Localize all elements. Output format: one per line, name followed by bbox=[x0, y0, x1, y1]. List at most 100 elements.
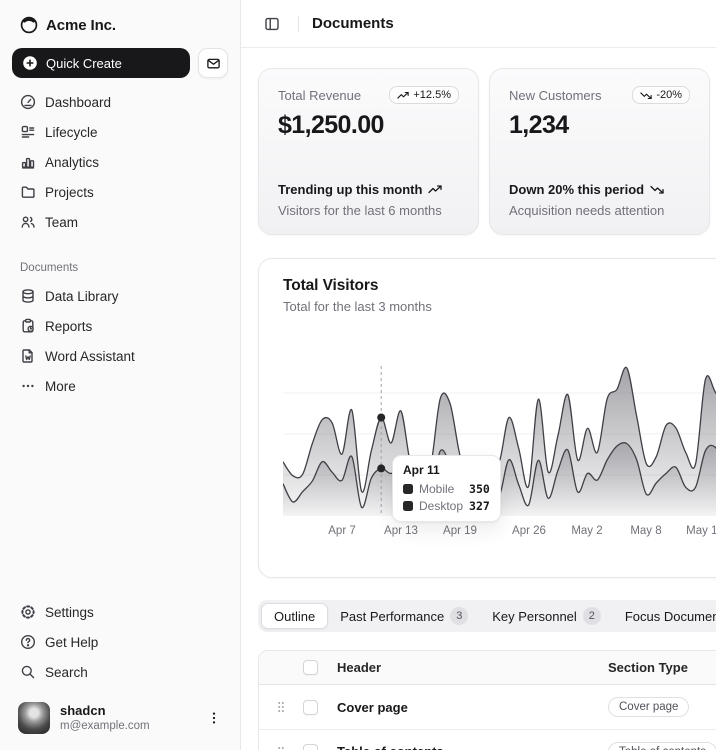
inbox-button[interactable] bbox=[198, 48, 228, 78]
trend-badge: -20% bbox=[632, 86, 690, 104]
quick-create-row: Quick Create bbox=[12, 48, 228, 78]
sidebar-item-get-help[interactable]: Get Help bbox=[12, 628, 228, 656]
sidebar: Acme Inc. Quick Create Dashboard Lifecyc… bbox=[0, 0, 241, 750]
lifecycle-icon bbox=[20, 124, 36, 140]
sidebar-item-settings[interactable]: Settings bbox=[12, 598, 228, 626]
view-tabs: Outline Past Performance 3 Key Personnel… bbox=[258, 600, 716, 632]
sidebar-item-label: Analytics bbox=[45, 154, 100, 170]
tooltip-row-desktop: Desktop 327 bbox=[403, 499, 490, 513]
dots-icon bbox=[20, 378, 36, 394]
brand-name: Acme Inc. bbox=[46, 16, 116, 34]
app-shell: Acme Inc. Quick Create Dashboard Lifecyc… bbox=[0, 0, 716, 750]
search-icon bbox=[20, 664, 36, 680]
stat-footer-title: Down 20% this period bbox=[509, 182, 690, 197]
card-total-revenue: Total Revenue +12.5% $1,250.00 Trending … bbox=[258, 68, 479, 235]
x-tick-label: May 2 bbox=[571, 525, 603, 537]
sidebar-item-label: Settings bbox=[45, 604, 94, 620]
stat-footer-desc: Visitors for the last 6 months bbox=[278, 203, 442, 218]
trending-up-icon bbox=[428, 185, 443, 194]
chart-tooltip: Apr 11 Mobile 350 Desktop 327 bbox=[392, 455, 501, 522]
page-title: Documents bbox=[312, 15, 394, 32]
row-title[interactable]: Table of contents bbox=[329, 744, 608, 750]
x-tick-label: Apr 7 bbox=[328, 525, 356, 537]
dashboard-icon bbox=[20, 94, 36, 110]
column-section-type: Section Type bbox=[608, 660, 688, 675]
mail-icon bbox=[206, 56, 221, 71]
desktop-swatch-icon bbox=[403, 501, 413, 511]
user-name: shadcn bbox=[60, 702, 106, 718]
sidebar-item-dashboard[interactable]: Dashboard bbox=[12, 88, 228, 116]
x-tick-label: May 14 bbox=[686, 525, 716, 537]
sidebar-toggle-button[interactable] bbox=[259, 11, 285, 37]
stat-cards: Total Revenue +12.5% $1,250.00 Trending … bbox=[258, 68, 716, 235]
brand[interactable]: Acme Inc. bbox=[12, 10, 228, 40]
tab-focus-documents[interactable]: Focus Documents bbox=[613, 603, 716, 629]
tab-outline[interactable]: Outline bbox=[261, 603, 329, 629]
x-tick-label: May 8 bbox=[630, 525, 662, 537]
sidebar-item-data-library[interactable]: Data Library bbox=[12, 282, 228, 310]
trending-down-icon bbox=[650, 185, 664, 194]
quick-create-button[interactable]: Quick Create bbox=[12, 48, 190, 78]
stat-value: 1,234 bbox=[509, 111, 569, 139]
main-content: Total Revenue +12.5% $1,250.00 Trending … bbox=[241, 48, 716, 750]
trend-badge: +12.5% bbox=[389, 86, 459, 104]
acme-logo-icon bbox=[20, 16, 38, 34]
sidebar-item-search[interactable]: Search bbox=[12, 658, 228, 686]
stat-value: $1,250.00 bbox=[278, 111, 384, 139]
row-checkbox[interactable] bbox=[303, 744, 318, 750]
tooltip-date: Apr 11 bbox=[403, 463, 440, 477]
users-icon bbox=[20, 214, 36, 230]
header-divider bbox=[298, 15, 299, 32]
area-chart[interactable]: Apr 7Apr 13Apr 19Apr 26May 2May 8May 14 … bbox=[283, 356, 716, 547]
sidebar-group-label: Documents bbox=[20, 262, 79, 274]
tab-key-personnel[interactable]: Key Personnel 2 bbox=[480, 603, 613, 629]
sidebar-item-label: Dashboard bbox=[45, 94, 112, 110]
table-row: Cover page Cover page bbox=[259, 685, 716, 729]
table-header-row: Header Section Type bbox=[259, 651, 716, 685]
stat-footer-title: Trending up this month bbox=[278, 182, 459, 197]
sections-table: Header Section Type Cover page Cover pag… bbox=[258, 650, 716, 750]
sidebar-item-lifecycle[interactable]: Lifecycle bbox=[12, 118, 228, 146]
analytics-icon bbox=[20, 154, 36, 170]
folder-icon bbox=[20, 184, 36, 200]
sidebar-item-more[interactable]: More bbox=[12, 372, 228, 400]
panel-left-icon bbox=[264, 16, 280, 32]
tab-count-badge: 2 bbox=[582, 607, 601, 625]
settings-icon bbox=[20, 604, 36, 620]
stat-footer-desc: Acquisition needs attention bbox=[509, 203, 665, 218]
sidebar-item-word-assistant[interactable]: Word Assistant bbox=[12, 342, 228, 370]
main-area: Documents Total Revenue +12.5% $1,250.00 bbox=[241, 0, 716, 750]
drag-handle-icon[interactable] bbox=[276, 744, 286, 750]
user-email: m@example.com bbox=[60, 719, 150, 732]
sidebar-item-team[interactable]: Team bbox=[12, 208, 228, 236]
sidebar-item-label: Search bbox=[45, 664, 88, 680]
sidebar-item-projects[interactable]: Projects bbox=[12, 178, 228, 206]
drag-handle-icon[interactable] bbox=[276, 699, 286, 715]
stat-label: Total Revenue bbox=[278, 88, 362, 103]
trending-down-icon bbox=[640, 91, 653, 99]
select-all-checkbox[interactable] bbox=[303, 660, 318, 675]
x-tick-label: Apr 13 bbox=[384, 525, 418, 537]
trending-up-icon bbox=[397, 91, 410, 99]
mobile-swatch-icon bbox=[403, 484, 413, 494]
sidebar-item-label: Reports bbox=[45, 318, 93, 334]
sidebar-item-label: Lifecycle bbox=[45, 124, 98, 140]
file-icon bbox=[20, 348, 36, 364]
ellipsis-vertical-icon[interactable] bbox=[206, 710, 222, 726]
x-tick-label: Apr 26 bbox=[512, 525, 546, 537]
x-tick-label: Apr 19 bbox=[443, 525, 477, 537]
sidebar-item-label: Team bbox=[45, 214, 79, 230]
user-menu[interactable]: shadcn m@example.com bbox=[12, 698, 228, 738]
sidebar-item-analytics[interactable]: Analytics bbox=[12, 148, 228, 176]
row-checkbox[interactable] bbox=[303, 699, 318, 715]
sidebar-item-label: More bbox=[45, 378, 76, 394]
card-new-customers: New Customers -20% 1,234 Down 20% this p… bbox=[489, 68, 710, 235]
row-title[interactable]: Cover page bbox=[329, 700, 608, 715]
main-header: Documents bbox=[241, 0, 716, 48]
sidebar-item-label: Projects bbox=[45, 184, 94, 200]
sidebar-item-reports[interactable]: Reports bbox=[12, 312, 228, 340]
sidebar-item-label: Get Help bbox=[45, 634, 99, 650]
report-icon bbox=[20, 318, 36, 334]
tab-past-performance[interactable]: Past Performance 3 bbox=[328, 603, 480, 629]
